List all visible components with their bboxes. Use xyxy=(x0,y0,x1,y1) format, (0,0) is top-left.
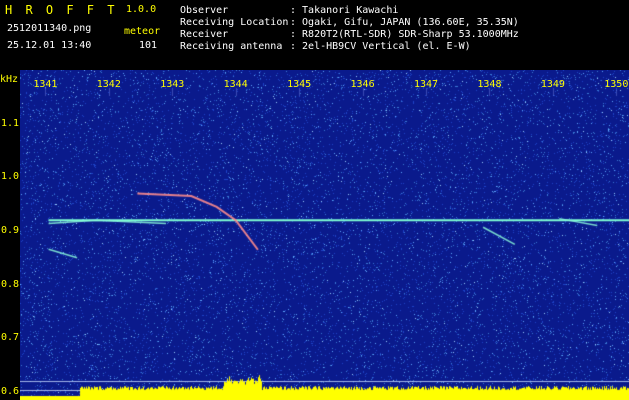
header-panel: H R O F F T 1.0.0 2512011340.png meteor … xyxy=(0,0,629,70)
x-tick-label: 1347 xyxy=(413,79,439,90)
spectrogram-canvas xyxy=(20,70,629,400)
y-tick-label: 0.8 xyxy=(1,278,20,290)
x-tick-label: 1344 xyxy=(223,79,248,90)
x-tick-label: 1341 xyxy=(33,79,58,90)
y-tick-label: 1.0 xyxy=(1,171,20,183)
info-antenna-value: : 2el-HB9CV Vertical (el. E-W) xyxy=(290,41,471,52)
info-observer-label: Observer xyxy=(180,5,229,16)
x-tick-label: 1346 xyxy=(350,79,375,90)
x-tick-label: 1342 xyxy=(96,79,121,90)
info-location-label: Receiving Location xyxy=(180,17,289,28)
y-tick-label: 0.9 xyxy=(1,224,20,236)
app-version: 1.0.0 xyxy=(126,4,157,15)
app-name: H R O F F T xyxy=(5,3,118,17)
info-receiver-value: : R820T2(RTL-SDR) SDR-Sharp 53.1000MHz xyxy=(290,29,519,40)
file-name: 2512011340.png xyxy=(7,23,92,34)
stats-type-label: meteor xyxy=(124,26,161,37)
info-location-value: : Ogaki, Gifu, JAPAN (136.60E, 35.35N) xyxy=(290,17,519,28)
stats-count: 101 xyxy=(139,40,158,51)
x-tick-label: 1350 xyxy=(604,79,629,90)
file-datetime: 25.12.01 13:40 xyxy=(7,40,92,51)
y-axis-label: kHz xyxy=(0,74,19,85)
x-tick-label: 1345 xyxy=(287,79,312,90)
y-tick-label: 0.6 xyxy=(1,385,20,397)
y-tick-label: 0.7 xyxy=(1,332,20,344)
x-tick-label: 1349 xyxy=(540,79,565,90)
y-tick-label: 1.1 xyxy=(1,117,20,129)
x-tick-label: 1348 xyxy=(477,79,502,90)
x-tick-label: 1343 xyxy=(160,79,185,90)
info-observer-value: : Takanori Kawachi xyxy=(290,5,399,16)
info-antenna-label: Receiving antenna xyxy=(180,41,283,52)
info-receiver-label: Receiver xyxy=(180,29,229,40)
